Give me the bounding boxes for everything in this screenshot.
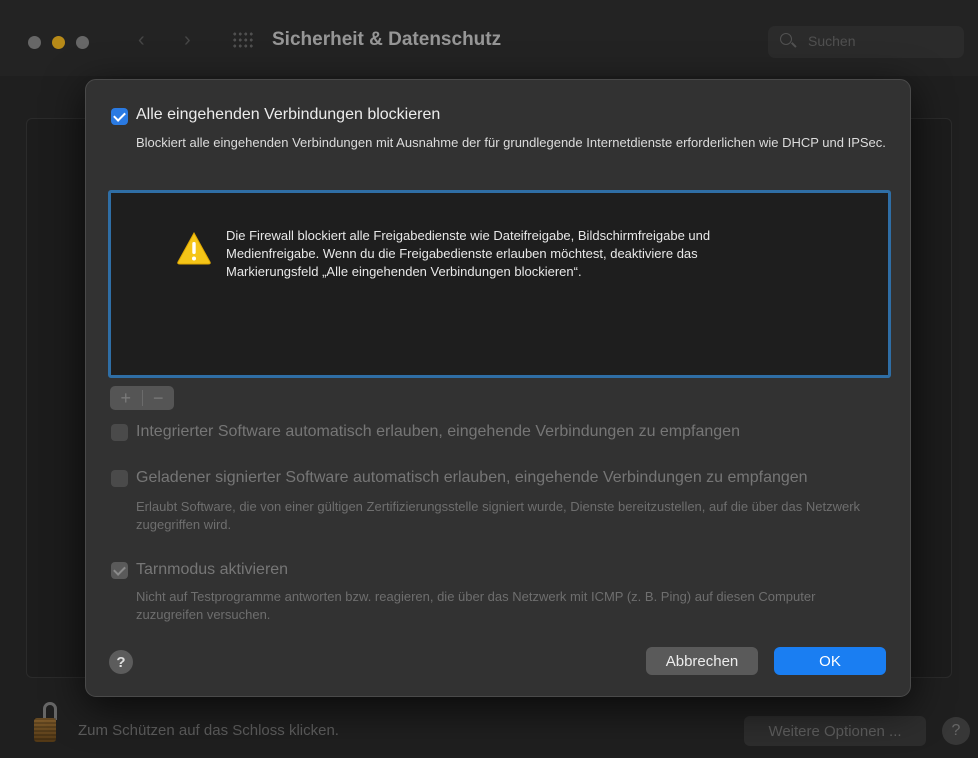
builtin-software-checkbox[interactable] [111, 424, 128, 441]
block-all-description: Blockiert alle eingehenden Verbindungen … [136, 135, 886, 150]
signed-software-checkbox[interactable] [111, 470, 128, 487]
signed-software-label: Geladener signierter Software automatisc… [136, 469, 808, 486]
add-app-button[interactable]: + [110, 386, 142, 410]
preferences-window: ‹ › Sicherheit & Datenschutz Suchen Zum … [0, 0, 978, 758]
signed-software-description: Erlaubt Software, die von einer gültigen… [136, 499, 861, 532]
warning-message: Die Firewall blockiert alle Freigabedien… [226, 228, 711, 279]
ok-button[interactable]: OK [774, 647, 886, 675]
sheet-help-button[interactable]: ? [109, 650, 133, 674]
stealth-mode-checkbox[interactable] [111, 562, 128, 579]
cancel-button[interactable]: Abbrechen [646, 647, 758, 675]
builtin-software-label: Integrierter Software automatisch erlaub… [136, 423, 740, 440]
stealth-mode-label: Tarnmodus aktivieren [136, 561, 289, 578]
block-all-label: Alle eingehenden Verbindungen blockieren [136, 106, 441, 123]
remove-app-button[interactable]: − [143, 386, 175, 410]
app-list[interactable]: Die Firewall blockiert alle Freigabedien… [108, 190, 891, 378]
block-all-checkbox[interactable] [111, 108, 128, 125]
add-remove-control: + − [110, 386, 174, 410]
firewall-options-sheet: Alle eingehenden Verbindungen blockieren… [85, 79, 911, 697]
stealth-mode-description: Nicht auf Testprogramme antworten bzw. r… [136, 589, 816, 622]
warning-triangle-icon [177, 231, 211, 265]
